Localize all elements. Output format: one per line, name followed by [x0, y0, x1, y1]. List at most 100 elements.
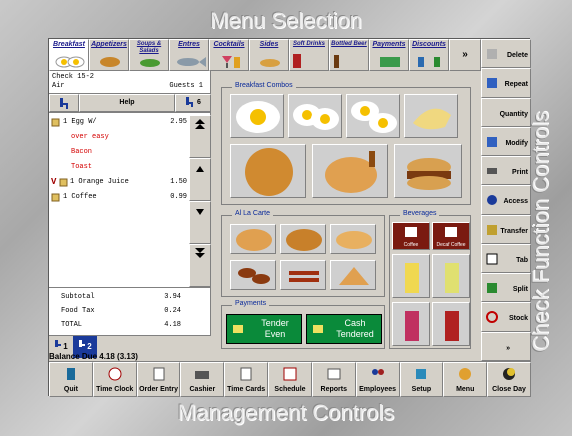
scroll-down-button[interactable] — [189, 201, 211, 244]
access-button[interactable]: Access — [481, 185, 531, 215]
seat-icon — [51, 193, 60, 202]
tab-sides[interactable]: Sides — [249, 39, 289, 71]
chair-icon — [79, 340, 86, 347]
tab-button[interactable]: Tab — [481, 243, 531, 274]
order-entry-button[interactable]: Order Entry — [136, 362, 181, 397]
more-categories-button[interactable]: » — [449, 39, 481, 71]
setup-button[interactable]: Setup — [399, 362, 444, 397]
toolbar-label: Quit — [63, 386, 78, 393]
menu-button[interactable]: Menu — [443, 362, 488, 397]
setup-icon — [416, 369, 427, 379]
biscuit-icon — [336, 231, 372, 249]
closeday-icon — [503, 368, 516, 380]
tab-breakfast[interactable]: Breakfast — [49, 39, 89, 71]
juice-button[interactable] — [432, 254, 470, 298]
scroll-bottom-button[interactable] — [189, 244, 211, 287]
list-item[interactable]: 1 Coffee 0.99 — [49, 190, 189, 205]
tab-payments[interactable]: Payments — [369, 39, 409, 71]
cocktail-icon — [222, 56, 240, 68]
reports-button[interactable]: Reports — [311, 362, 356, 397]
transfer-button[interactable]: Transfer — [481, 214, 531, 244]
tab-soft-drinks[interactable]: Soft Drinks — [289, 39, 329, 71]
schedule-button[interactable]: Schedule — [268, 362, 312, 397]
item-sausage-button[interactable] — [230, 260, 276, 290]
stock-button[interactable]: Stock — [481, 302, 531, 332]
breakfast-combos-group: Breakfast Combos — [221, 82, 471, 205]
tab-soups-salads[interactable]: Soups & Salads — [129, 39, 169, 71]
access-icon — [487, 195, 497, 206]
coffee-button[interactable]: Coffee — [392, 222, 430, 250]
delete-button[interactable]: Delete — [481, 39, 531, 69]
item-toast-button[interactable] — [330, 260, 376, 290]
combo-pancakes-button[interactable] — [312, 144, 388, 198]
tab-bottled-beer[interactable]: Bottled Beer — [329, 39, 369, 71]
item-pancakes-button[interactable] — [230, 224, 276, 254]
decaf-coffee-button[interactable]: Decaf Coffee — [432, 222, 470, 250]
list-item[interactable]: 1 Egg W/ 2.95 — [49, 115, 189, 130]
print-button[interactable]: Print — [481, 156, 531, 186]
cash-tendered-button[interactable]: Cash Tendered — [306, 314, 382, 344]
seat-count-button[interactable]: 6 — [175, 94, 211, 112]
double-down-arrow-icon — [195, 248, 205, 258]
tab-label: Cocktails — [213, 41, 245, 48]
split-button[interactable]: Split — [481, 273, 531, 303]
combo-eggs-bacon-button[interactable] — [288, 94, 342, 138]
modify-button[interactable]: Modify — [481, 126, 531, 157]
tab-entres[interactable]: Entres — [169, 39, 209, 71]
pos-screen: Breakfast Appetizers Soups & Salads Entr… — [48, 38, 531, 397]
cashier-button[interactable]: Cashier — [180, 362, 225, 397]
modify-icon — [487, 136, 497, 147]
toolbar-label: Setup — [411, 386, 432, 393]
list-item[interactable]: over easy — [49, 130, 189, 145]
seat-chair-button[interactable] — [49, 94, 79, 112]
timecard-icon — [240, 367, 252, 381]
soda-icon — [293, 54, 301, 68]
item-waffle-button[interactable] — [280, 224, 326, 254]
tab-cocktails[interactable]: Cocktails — [209, 39, 249, 71]
lemonade-icon — [405, 263, 419, 293]
list-item[interactable]: V 1 Orange Juice 1.50 — [49, 175, 189, 190]
coffee-cup-icon — [445, 227, 457, 237]
combo-two-eggs-button[interactable] — [230, 94, 284, 138]
tab-discounts[interactable]: Discounts — [409, 39, 449, 71]
tab-label: Soups & Salads — [136, 41, 162, 54]
quantity-button[interactable]: Quantity — [481, 97, 531, 127]
more-controls-button[interactable]: » — [481, 331, 531, 361]
tab-appetizers[interactable]: Appetizers — [89, 39, 129, 71]
breakfast-sandwich-icon — [407, 158, 451, 190]
repeat-button[interactable]: Repeat — [481, 68, 531, 98]
combo-waffle-button[interactable] — [230, 144, 306, 198]
scroll-up-button[interactable] — [189, 158, 211, 201]
item-price: 1.50 — [170, 178, 187, 186]
combo-omelette-button[interactable] — [404, 94, 458, 138]
combo-three-eggs-button[interactable] — [346, 94, 400, 138]
tender-even-button[interactable]: Tender Even — [226, 314, 302, 344]
combo-sandwich-button[interactable] — [394, 144, 462, 198]
list-item[interactable]: Toast — [49, 160, 189, 175]
quit-button[interactable]: Quit — [49, 362, 93, 397]
help-button[interactable]: Help — [79, 94, 175, 112]
berry-juice-button[interactable] — [392, 302, 430, 346]
employees-button[interactable]: Employees — [355, 362, 400, 397]
check-scrollbar[interactable] — [189, 115, 211, 287]
subtotal-label: Subtotal — [61, 293, 95, 301]
down-arrow-icon — [196, 209, 204, 215]
tomato-juice-button[interactable] — [432, 302, 470, 346]
control-label: Quantity — [499, 110, 528, 118]
lemonade-button[interactable] — [392, 254, 430, 298]
close-day-button[interactable]: Close Day — [487, 362, 531, 397]
coffee-cup-icon — [405, 227, 417, 237]
toolbar-label: Cashier — [189, 386, 216, 393]
time-cards-button[interactable]: Time Cards — [224, 362, 269, 397]
total-value: 4.18 — [164, 321, 181, 329]
list-item[interactable]: Bacon — [49, 145, 189, 160]
item-bacon-button[interactable] — [280, 260, 326, 290]
scroll-top-button[interactable] — [189, 115, 211, 158]
tab-label: Bottled Beer — [331, 41, 367, 47]
time-clock-button[interactable]: Time Clock — [92, 362, 137, 397]
item-biscuit-button[interactable] — [330, 224, 376, 254]
ala-carte-group: Al La Carte — [221, 210, 385, 297]
seat-icon — [59, 178, 68, 187]
toolbar-label: Menu — [456, 386, 475, 393]
clock-icon — [108, 367, 122, 381]
